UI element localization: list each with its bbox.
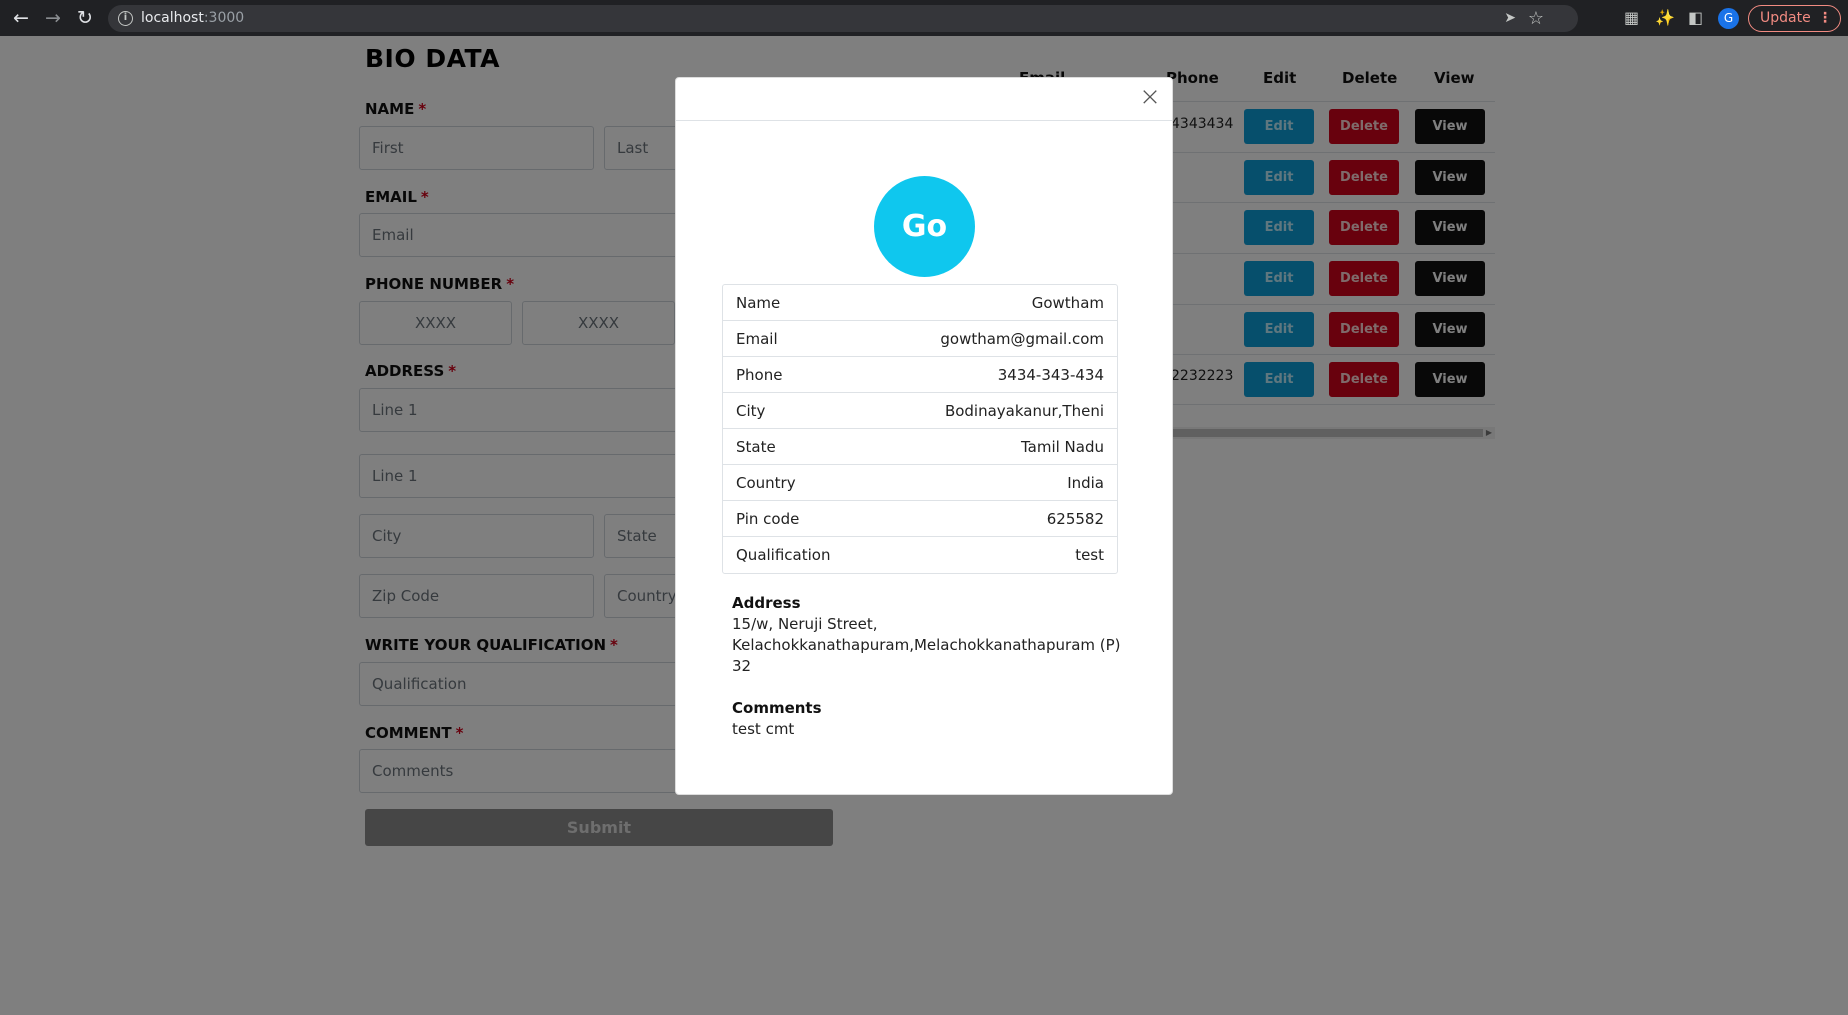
- detail-value: 3434-343-434: [997, 366, 1104, 384]
- update-button[interactable]: Update ⋮: [1748, 5, 1841, 32]
- detail-key: Pin code: [736, 510, 800, 528]
- address-line: Kelachokkanathapuram,Melachokkanathapura…: [732, 636, 1121, 654]
- url-text: localhost:3000: [141, 10, 245, 26]
- avatar: Go: [874, 176, 975, 277]
- detail-value: 625582: [1046, 510, 1104, 528]
- extension-icon[interactable]: ▦: [1624, 0, 1639, 36]
- detail-key: Name: [736, 294, 781, 312]
- address-title: Address: [732, 594, 801, 612]
- modal-header: ×: [676, 78, 1172, 121]
- comments-title: Comments: [732, 699, 822, 717]
- forward-arrow-icon[interactable]: →: [38, 0, 68, 36]
- detail-row: Name Gowtham: [723, 285, 1117, 321]
- detail-row: Phone 3434-343-434: [723, 357, 1117, 393]
- detail-row: Country India: [723, 465, 1117, 501]
- close-icon[interactable]: ×: [1139, 84, 1161, 110]
- detail-value: India: [1067, 474, 1104, 492]
- site-info-icon[interactable]: i: [118, 11, 133, 26]
- details-table: Name Gowtham Email gowtham@gmail.com Phone…: [722, 284, 1118, 574]
- detail-row: State Tamil Nadu: [723, 429, 1117, 465]
- side-panel-icon[interactable]: ◧: [1688, 0, 1703, 36]
- address-line: 32: [732, 657, 752, 675]
- detail-row: City Bodinayakanur,Theni: [723, 393, 1117, 429]
- detail-value: test: [1075, 546, 1104, 564]
- detail-value: Tamil Nadu: [1020, 438, 1104, 456]
- detail-row: Qualification test: [723, 537, 1117, 573]
- detail-row: Email gowtham@gmail.com: [723, 321, 1117, 357]
- reload-icon[interactable]: ↻: [70, 0, 100, 36]
- detail-value: Gowtham: [1031, 294, 1104, 312]
- detail-key: City: [736, 402, 766, 420]
- detail-row: Pin code 625582: [723, 501, 1117, 537]
- profile-avatar[interactable]: G: [1718, 8, 1739, 29]
- view-details-modal: × Go Name Gowtham Email gowtham@gmail.com …: [675, 77, 1173, 795]
- address-bar[interactable]: i localhost:3000 ➤ ☆: [108, 5, 1578, 32]
- comments-text: test cmt: [732, 720, 795, 738]
- detail-key: State: [736, 438, 776, 456]
- browser-toolbar: ← → ↻ i localhost:3000 ➤ ☆ ▦ ✨ ◧ G Updat…: [0, 0, 1848, 36]
- detail-key: Qualification: [736, 546, 831, 564]
- send-tab-icon[interactable]: ➤: [1504, 5, 1516, 32]
- address-line: 15/w, Neruji Street,: [732, 615, 878, 633]
- bookmark-star-icon[interactable]: ☆: [1528, 5, 1544, 32]
- detail-value: gowtham@gmail.com: [940, 330, 1104, 348]
- back-arrow-icon[interactable]: ←: [6, 0, 36, 36]
- detail-key: Phone: [736, 366, 783, 384]
- menu-dots-icon[interactable]: ⋮: [1818, 6, 1832, 31]
- detail-key: Country: [736, 474, 796, 492]
- detail-key: Email: [736, 330, 778, 348]
- detail-value: Bodinayakanur,Theni: [944, 402, 1104, 420]
- puzzle-icon[interactable]: ✨: [1655, 0, 1675, 36]
